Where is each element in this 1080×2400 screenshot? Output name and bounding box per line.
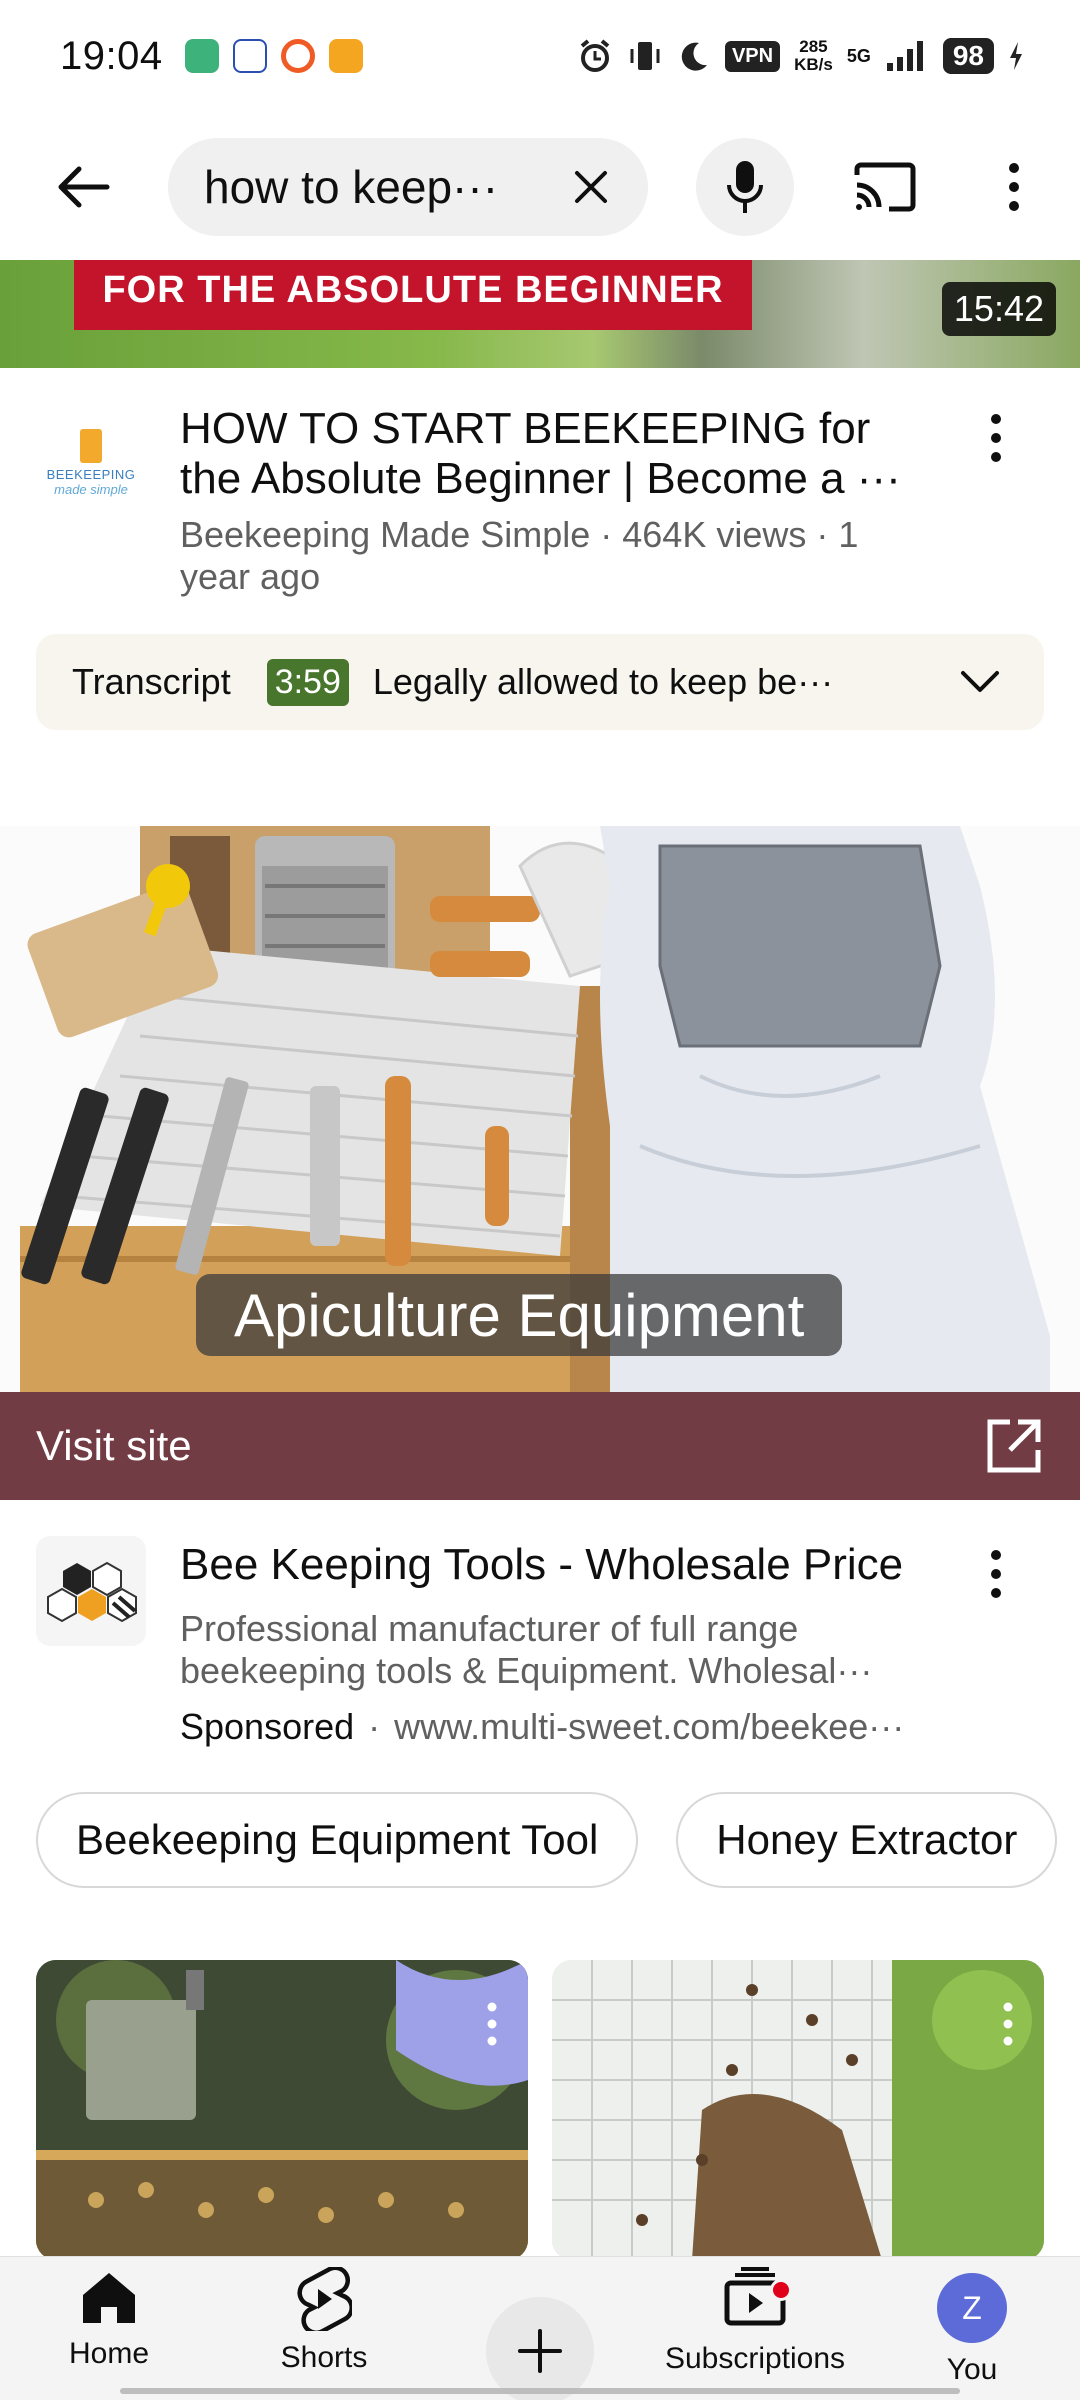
video-thumbnail[interactable]: FOR THE ABSOLUTE BEGINNER 15:42 — [0, 260, 1080, 368]
chip-honey-extractor[interactable]: Honey Extractor — [676, 1792, 1058, 1888]
nav-you[interactable]: Z You — [922, 2267, 1022, 2397]
gesture-bar — [120, 2388, 960, 2394]
shorts-grid — [36, 1960, 1044, 2260]
charging-icon — [1010, 42, 1022, 70]
network-type: 5G — [846, 46, 871, 66]
more-vertical-icon — [1003, 2002, 1013, 2046]
transcript-text: Legally allowed to keep be··· — [372, 661, 834, 702]
nav-home-label: Home — [68, 2337, 150, 2370]
user-avatar: Z — [937, 2273, 1007, 2343]
short-more-button[interactable] — [482, 1996, 502, 2052]
more-vertical-icon — [1009, 163, 1019, 211]
home-icon — [83, 2273, 135, 2323]
network-speed-value: 285 — [799, 37, 828, 56]
channel-avatar[interactable]: BEEKEEPING made simple — [36, 408, 146, 518]
notification-icons — [184, 39, 363, 73]
channel-avatar-text: BEEKEEPING — [46, 467, 136, 482]
voice-search-button[interactable] — [696, 138, 794, 236]
app-notification-icon — [184, 39, 219, 73]
network-speed: 285 KB/s — [794, 38, 833, 74]
close-icon — [575, 171, 607, 203]
notification-dot — [770, 2279, 792, 2301]
ad-title[interactable]: Bee Keeping Tools - Wholesale Price — [180, 1540, 940, 1590]
shorts-icon — [297, 2267, 352, 2331]
network-speed-unit: KB/s — [794, 55, 833, 74]
back-button[interactable] — [48, 152, 118, 222]
transcript-snippet[interactable]: Transcript 3:59 Legally allowed to keep … — [36, 634, 1044, 730]
honeycomb-logo-icon — [47, 1561, 137, 1623]
sponsored-label: Sponsored — [180, 1706, 355, 1747]
arrow-left-icon — [58, 166, 110, 208]
video-meta: Beekeeping Made Simple · 464K views · 1 … — [180, 514, 859, 597]
duration-badge: 15:42 — [941, 282, 1056, 336]
ad-description: Professional manufacturer of full range … — [180, 1608, 873, 1691]
more-options-button[interactable] — [990, 152, 1038, 222]
ad-image[interactable]: Apiculture Equipment — [0, 826, 1080, 1392]
cast-icon — [854, 162, 916, 212]
app-notification-icon — [232, 39, 267, 73]
status-bar: 19:04 VPN 285 KB/s 5G 98 — [0, 0, 1080, 112]
short-more-button[interactable] — [998, 1996, 1018, 2052]
ad-chips: Beekeeping Equipment Tool Honey Extracto… — [36, 1792, 1080, 1888]
do-not-disturb-icon — [681, 42, 707, 71]
ad-info[interactable]: Bee Keeping Tools - Wholesale Price Prof… — [0, 1500, 1080, 1760]
ad-more-button[interactable] — [972, 1546, 1020, 1602]
nav-shorts-label: Shorts — [280, 2341, 368, 2374]
app-notification-icon — [328, 39, 363, 73]
video-more-button[interactable] — [972, 410, 1020, 466]
battery-level: 98 — [942, 38, 994, 74]
ad-image-caption: Apiculture Equipment — [196, 1274, 843, 1356]
video-info[interactable]: BEEKEEPING made simple HOW TO START BEEK… — [0, 368, 1080, 630]
app-notification-icon — [280, 39, 315, 73]
bottom-navigation: Home Shorts Subscriptions Z You — [0, 2256, 1080, 2400]
create-button[interactable] — [486, 2297, 594, 2400]
signal-icon — [886, 41, 923, 71]
chip-beekeeping-equipment-tool[interactable]: Beekeeping Equipment Tool — [36, 1792, 639, 1888]
ad-sponsor-line: Sponsored · www.multi-sweet.com/beekee··… — [180, 1706, 980, 1748]
vpn-badge: VPN — [724, 40, 781, 72]
separator-dot: · — [368, 1706, 381, 1747]
transcript-timestamp[interactable]: 3:59 — [266, 658, 349, 706]
nav-subscriptions[interactable]: Subscriptions — [660, 2267, 850, 2397]
expand-transcript-button[interactable] — [958, 660, 1002, 704]
vibrate-icon — [630, 42, 660, 70]
short-thumbnail[interactable] — [552, 1960, 1044, 2260]
microphone-icon — [727, 161, 763, 213]
alarm-icon — [580, 39, 610, 72]
short-thumbnail[interactable] — [36, 1960, 528, 2260]
more-vertical-icon — [991, 1550, 1001, 1598]
search-query[interactable]: how to keep··· — [204, 160, 544, 214]
more-vertical-icon — [487, 2002, 497, 2046]
nav-you-label: You — [946, 2353, 998, 2386]
nav-shorts[interactable]: Shorts — [264, 2267, 384, 2397]
visit-site-button[interactable]: Visit site — [0, 1392, 1080, 1500]
external-link-icon — [987, 1419, 1041, 1473]
channel-avatar-subtext: made simple — [54, 482, 128, 497]
visit-site-label: Visit site — [36, 1422, 192, 1469]
nav-subscriptions-label: Subscriptions — [664, 2342, 846, 2375]
video-title[interactable]: HOW TO START BEEKEEPING for the Absolute… — [180, 404, 940, 504]
nav-home[interactable]: Home — [54, 2267, 164, 2397]
thumbnail-banner: FOR THE ABSOLUTE BEGINNER — [74, 260, 752, 330]
chevron-down-icon — [961, 671, 999, 692]
advertiser-logo[interactable] — [36, 1536, 146, 1646]
plus-icon — [518, 2329, 562, 2373]
ad-url: www.multi-sweet.com/beekee··· — [394, 1706, 905, 1747]
more-vertical-icon — [991, 414, 1001, 462]
status-time: 19:04 — [60, 33, 163, 78]
search-box[interactable]: how to keep··· — [168, 138, 648, 236]
clear-search-button[interactable] — [564, 160, 618, 214]
beehive-frame-illustration — [36, 1960, 528, 2260]
cast-button[interactable] — [848, 152, 922, 222]
beehive-logo-icon — [80, 429, 102, 463]
transcript-label: Transcript — [72, 661, 231, 702]
search-header: how to keep··· — [0, 112, 1080, 260]
bee-swarm-illustration — [552, 1960, 1044, 2260]
